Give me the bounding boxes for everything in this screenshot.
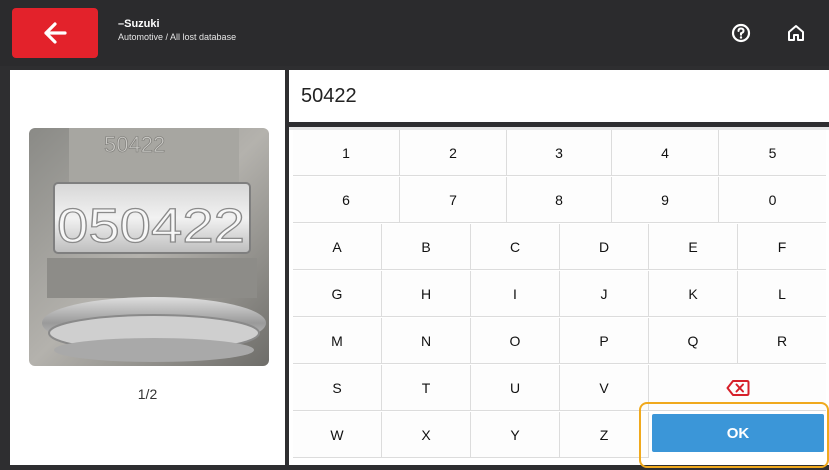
key-z[interactable]: Z: [560, 412, 649, 458]
key-3[interactable]: 3: [507, 130, 612, 176]
key-x[interactable]: X: [382, 412, 471, 458]
key-m[interactable]: M: [293, 318, 382, 364]
page-title: –Suzuki: [118, 18, 160, 30]
key-b[interactable]: B: [382, 224, 471, 270]
keyboard-row-a-f: A B C D E F: [293, 224, 826, 270]
help-circle-icon: [731, 23, 751, 43]
key-1[interactable]: 1: [293, 130, 400, 176]
key-0[interactable]: 0: [719, 177, 826, 223]
key-v[interactable]: V: [560, 365, 649, 411]
key-d[interactable]: D: [560, 224, 649, 270]
key-o[interactable]: O: [471, 318, 560, 364]
key-g[interactable]: G: [293, 271, 382, 317]
keyboard-row-w-z: W X Y Z OK: [293, 412, 826, 458]
ok-button[interactable]: OK: [652, 414, 824, 452]
code-input-field[interactable]: 50422: [289, 70, 829, 122]
key-2[interactable]: 2: [400, 130, 507, 176]
key-p[interactable]: P: [560, 318, 649, 364]
key-7[interactable]: 7: [400, 177, 507, 223]
stamped-number: 50422: [104, 132, 165, 157]
key-w[interactable]: W: [293, 412, 382, 458]
keyboard-row-digits-1: 1 2 3 4 5: [293, 130, 826, 176]
key-r[interactable]: R: [738, 318, 826, 364]
keyboard-row-digits-2: 6 7 8 9 0: [293, 177, 826, 223]
arrow-left-icon: [44, 22, 67, 44]
keyboard-row-s-v: S T U V: [293, 365, 826, 411]
app-header: –Suzuki Automotive / All lost database: [0, 0, 829, 66]
key-5[interactable]: 5: [719, 130, 826, 176]
back-button[interactable]: [12, 8, 98, 58]
home-button[interactable]: [785, 22, 807, 44]
key-s[interactable]: S: [293, 365, 382, 411]
key-l[interactable]: L: [738, 271, 826, 317]
key-photo: 50422 050422: [29, 128, 269, 366]
help-button[interactable]: [730, 22, 752, 44]
keyboard-row-m-r: M N O P Q R: [293, 318, 826, 364]
on-screen-keyboard: 1 2 3 4 5 6 7 8 9 0 A B C D E F G H I J …: [289, 127, 829, 465]
home-icon: [788, 25, 804, 41]
key-e[interactable]: E: [649, 224, 738, 270]
page-indicator: 1/2: [137, 386, 158, 402]
backspace-key[interactable]: [649, 365, 826, 411]
key-i[interactable]: I: [471, 271, 560, 317]
key-image-panel: 50422 050422 1/2: [10, 70, 285, 465]
title-block: –Suzuki Automotive / All lost database: [118, 18, 236, 43]
key-a[interactable]: A: [293, 224, 382, 270]
key-6[interactable]: 6: [293, 177, 400, 223]
key-c[interactable]: C: [471, 224, 560, 270]
plate-number: 050422: [57, 200, 245, 253]
keyboard-row-g-l: G H I J K L: [293, 271, 826, 317]
key-4[interactable]: 4: [612, 130, 719, 176]
key-8[interactable]: 8: [507, 177, 612, 223]
breadcrumb: Automotive / All lost database: [118, 32, 237, 42]
backspace-icon: [726, 379, 749, 396]
key-f[interactable]: F: [738, 224, 826, 270]
key-q[interactable]: Q: [649, 318, 738, 364]
key-k[interactable]: K: [649, 271, 738, 317]
key-9[interactable]: 9: [612, 177, 719, 223]
key-y[interactable]: Y: [471, 412, 560, 458]
key-n[interactable]: N: [382, 318, 471, 364]
key-j[interactable]: J: [560, 271, 649, 317]
key-u[interactable]: U: [471, 365, 560, 411]
key-h[interactable]: H: [382, 271, 471, 317]
key-t[interactable]: T: [382, 365, 471, 411]
